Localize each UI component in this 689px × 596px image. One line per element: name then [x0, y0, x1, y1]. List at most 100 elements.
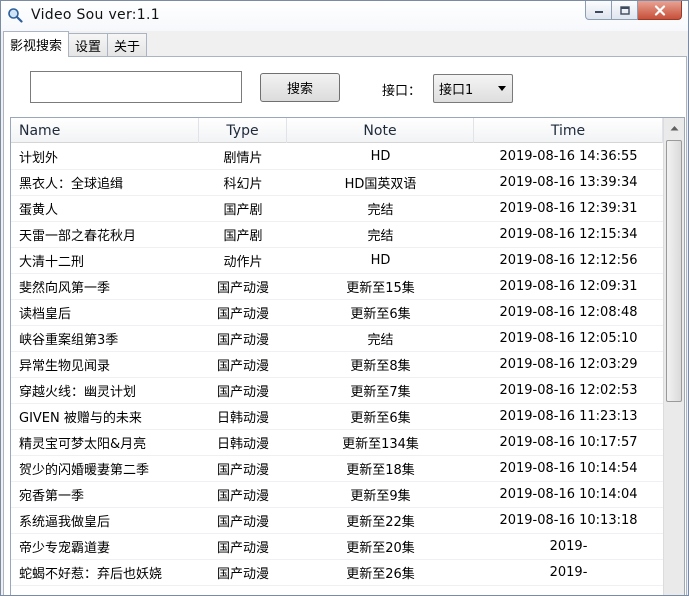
cell-note: 更新至26集 [346, 567, 415, 582]
column-header-type[interactable]: Type [199, 118, 287, 143]
cell-note: HD国英双语 [344, 177, 417, 192]
window-title: Video Sou ver:1.1 [31, 7, 160, 23]
cell-note: 更新至18集 [346, 463, 415, 478]
app-window: Video Sou ver:1.1 影视搜索 设置 关于 搜索 接口： 接口1 [0, 0, 689, 596]
table-row[interactable]: 读档皇后 国产动漫 更新至6集 2019-08-16 12:08:48 [11, 300, 663, 326]
cell-note: 更新至6集 [350, 307, 411, 322]
close-icon [654, 4, 665, 16]
cell-time: 2019-08-16 12:03:29 [499, 357, 638, 372]
tab-about[interactable]: 关于 [107, 33, 148, 57]
cell-type: 国产剧 [223, 203, 263, 218]
cell-time: 2019-08-16 12:09:31 [499, 279, 638, 294]
cell-time: 2019- [549, 539, 588, 554]
cell-note: 完结 [367, 333, 394, 348]
interface-selected-value: 接口1 [439, 83, 474, 98]
cell-note: 更新至22集 [346, 515, 415, 530]
video-search-panel: 搜索 接口： 接口1 Name Type Note Time 计划外 剧情片 HD 2… [3, 56, 687, 595]
cell-note: 更新至6集 [350, 411, 411, 426]
cell-type: 国产动漫 [216, 515, 269, 530]
cell-type: 国产动漫 [216, 307, 269, 322]
table-row[interactable]: 天雷一部之春花秋月 国产剧 完结 2019-08-16 12:15:34 [11, 222, 663, 248]
cell-time: 2019-08-16 11:23:13 [499, 409, 638, 424]
cell-type: 国产动漫 [216, 333, 269, 348]
interface-dropdown[interactable]: 接口1 [433, 74, 513, 103]
table-row[interactable]: 异常生物见闻录 国产动漫 更新至8集 2019-08-16 12:03:29 [11, 352, 663, 378]
table-row[interactable]: GIVEN 被赠与的未来 日韩动漫 更新至6集 2019-08-16 11:23:13 [11, 404, 663, 430]
cell-name: 大清十二刑 [19, 255, 85, 270]
cell-name: GIVEN 被赠与的未来 [19, 411, 142, 426]
cell-time: 2019-08-16 12:05:10 [499, 331, 638, 346]
cell-type: 科幻片 [223, 177, 263, 192]
tab-video-search[interactable]: 影视搜索 [3, 31, 70, 57]
table-row[interactable]: 穿越火线：幽灵计划 国产动漫 更新至7集 2019-08-16 12:02:53 [11, 378, 663, 404]
table-row[interactable]: 蛇蝎不好惹：弃后也妖娆 国产动漫 更新至26集 2019- [11, 560, 663, 586]
cell-note: 更新至15集 [346, 281, 415, 296]
cell-type: 国产动漫 [216, 281, 269, 296]
cell-type: 国产动漫 [216, 541, 269, 556]
cell-type: 国产动漫 [216, 359, 269, 374]
cell-note: 更新至134集 [342, 437, 419, 452]
table-row[interactable]: 斐然向风第一季 国产动漫 更新至15集 2019-08-16 12:09:31 [11, 274, 663, 300]
caption-buttons [585, 1, 682, 21]
interface-label: 接口： [382, 84, 422, 99]
cell-type: 国产动漫 [216, 489, 269, 504]
tab-settings[interactable]: 设置 [68, 33, 109, 57]
cell-name: 穿越火线：幽灵计划 [19, 385, 137, 400]
table-row[interactable]: 峡谷重案组第3季 国产动漫 完结 2019-08-16 12:05:10 [11, 326, 663, 352]
cell-time: 2019-08-16 12:15:34 [499, 227, 638, 242]
cell-name: 贺少的闪婚暖妻第二季 [19, 463, 150, 478]
list-rows: 计划外 剧情片 HD 2019-08-16 14:36:55 黑衣人：全球追缉 科幻片 HD… [11, 144, 663, 586]
cell-note: 更新至8集 [350, 359, 411, 374]
table-row[interactable]: 黑衣人：全球追缉 科幻片 HD国英双语 2019-08-16 13:39:34 [11, 170, 663, 196]
column-header-name[interactable]: Name [11, 118, 199, 143]
list-header: Name Type Note Time [11, 118, 663, 143]
cell-time: 2019-08-16 10:14:54 [499, 461, 638, 476]
cell-name: 黑衣人：全球追缉 [19, 177, 124, 192]
column-header-note[interactable]: Note [287, 118, 474, 143]
cell-time: 2019-08-16 12:02:53 [499, 383, 638, 398]
cell-time: 2019-08-16 14:36:55 [499, 149, 638, 164]
cell-time: 2019-08-16 10:14:04 [499, 487, 638, 502]
cell-name: 蛇蝎不好惹：弃后也妖娆 [19, 567, 163, 582]
search-button[interactable]: 搜索 [260, 73, 340, 102]
table-row[interactable]: 计划外 剧情片 HD 2019-08-16 14:36:55 [11, 144, 663, 170]
title-bar[interactable]: Video Sou ver:1.1 [1, 1, 688, 31]
cell-type: 动作片 [223, 255, 263, 270]
minimize-button[interactable] [585, 1, 612, 20]
tab-strip: 影视搜索 设置 关于 [3, 31, 148, 57]
cell-note: 更新至20集 [346, 541, 415, 556]
table-row[interactable]: 帝少专宠霸道妻 国产动漫 更新至20集 2019- [11, 534, 663, 560]
cell-note: 更新至7集 [350, 385, 411, 400]
table-row[interactable]: 大清十二刑 动作片 HD 2019-08-16 12:12:56 [11, 248, 663, 274]
cell-time: 2019-08-16 12:39:31 [499, 201, 638, 216]
magnifier-app-icon [7, 7, 23, 23]
table-row[interactable]: 精灵宝可梦太阳&月亮 日韩动漫 更新至134集 2019-08-16 10:17:57 [11, 430, 663, 456]
scroll-up-button[interactable] [665, 119, 683, 137]
table-row[interactable]: 系统逼我做皇后 国产动漫 更新至22集 2019-08-16 10:13:18 [11, 508, 663, 534]
cell-note: 更新至9集 [350, 489, 411, 504]
cell-name: 精灵宝可梦太阳&月亮 [19, 437, 147, 452]
chevron-up-icon [670, 126, 678, 131]
cell-name: 计划外 [19, 151, 59, 166]
cell-note: HD [370, 253, 391, 268]
cell-note: 完结 [367, 229, 394, 244]
vertical-scrollbar[interactable] [663, 118, 684, 595]
cell-type: 国产动漫 [216, 567, 269, 582]
table-row[interactable]: 蛋黄人 国产剧 完结 2019-08-16 12:39:31 [11, 196, 663, 222]
cell-name: 斐然向风第一季 [19, 281, 111, 296]
cell-time: 2019-08-16 12:08:48 [499, 305, 638, 320]
cell-type: 国产动漫 [216, 463, 269, 478]
table-row[interactable]: 宛香第一季 国产动漫 更新至9集 2019-08-16 10:14:04 [11, 482, 663, 508]
maximize-icon [619, 5, 630, 15]
close-button[interactable] [638, 1, 682, 20]
scroll-thumb[interactable] [666, 140, 682, 402]
cell-name: 峡谷重案组第3季 [19, 333, 119, 348]
column-header-time[interactable]: Time [474, 118, 663, 143]
results-list[interactable]: Name Type Note Time 计划外 剧情片 HD 2019-08-16 1… [10, 117, 685, 595]
table-row[interactable]: 贺少的闪婚暖妻第二季 国产动漫 更新至18集 2019-08-16 10:14:54 [11, 456, 663, 482]
cell-note: 完结 [367, 203, 394, 218]
cell-time: 2019-08-16 10:13:18 [499, 513, 638, 528]
maximize-button[interactable] [612, 1, 638, 20]
cell-type: 日韩动漫 [216, 411, 269, 426]
search-input[interactable] [30, 71, 242, 103]
